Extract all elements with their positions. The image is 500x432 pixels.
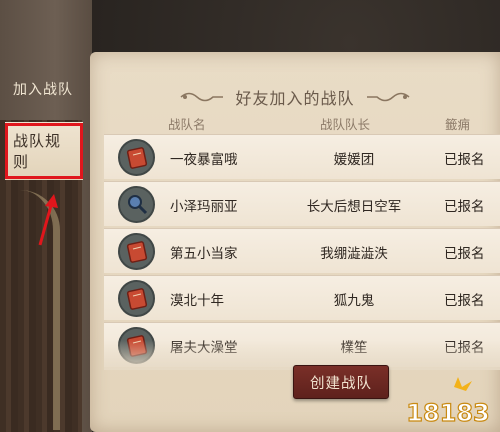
watermark-logo: 18183 [406,377,490,428]
team-captain: 长大后想日空军 [306,199,402,215]
team-name: 小泽玛丽亚 [170,199,238,215]
flourish-left-icon [180,92,224,102]
team-row[interactable]: 小泽玛丽亚 长大后想日空军 已报名 [104,181,500,226]
team-status: 已报名 [444,246,485,262]
tab-join-team[interactable]: 加入战队 [0,60,86,118]
team-name: 漠北十年 [170,293,224,309]
column-header-captain: 战队队长 [320,117,371,132]
team-status: 已报名 [444,293,485,309]
team-name: 一夜暴富哦 [170,152,238,168]
tab-team-rules[interactable]: 战队规则 [5,122,83,180]
magnifier-icon [118,186,155,223]
tab-team-rules-label: 战队规则 [5,123,83,179]
team-name: 第五小当家 [170,246,238,262]
team-captain: 狐九鬼 [333,293,375,309]
panel-title-bar: 好友加入的战队 [90,82,500,112]
create-team-button[interactable]: 创建战队 [293,365,389,399]
red-arrow-icon [38,194,58,246]
team-row[interactable]: 漠北十年 狐九鬼 已报名 [104,275,500,320]
panel-title: 好友加入的战队 [235,89,355,108]
team-row[interactable]: 一夜暴富哦 媛媛团 已报名 [104,134,500,179]
flourish-right-icon [366,92,409,102]
watermark-text: 18183 [406,399,490,427]
red-card-icon [118,280,155,317]
team-captain: 我绷澁澁泆 [320,246,388,262]
team-status: 已报名 [444,152,485,168]
team-status: 已报名 [444,199,485,215]
red-card-icon [118,233,155,270]
tab-join-team-label: 加入战队 [13,82,73,98]
team-captain: 媛媛团 [333,152,375,168]
sidebar: 加入战队 战队规则 [0,0,92,432]
column-headers: 战队名 战队队长 籤痈 [90,110,500,134]
red-card-icon [118,139,155,176]
team-row[interactable]: 第五小当家 我绷澁澁泆 已报名 [104,228,500,273]
column-header-status: 籤痈 [445,117,471,132]
column-header-name: 战队名 [168,117,206,132]
